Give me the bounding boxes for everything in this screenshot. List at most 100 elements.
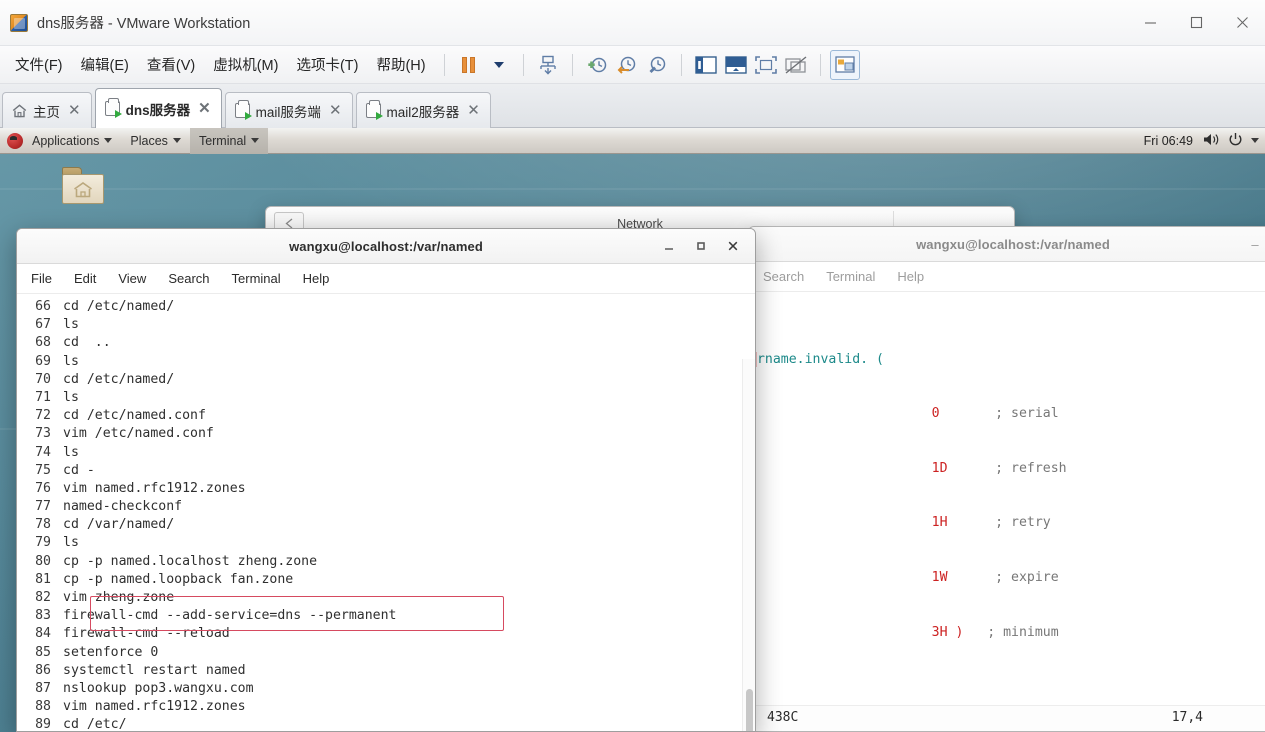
history-row: 69 ls — [17, 353, 755, 371]
history-row: 74 ls — [17, 444, 755, 462]
history-command: cd /etc/named.conf — [63, 408, 206, 424]
places-label: Places — [130, 133, 168, 148]
history-row: 73 vim /etc/named.conf — [17, 425, 755, 443]
menu-edit[interactable]: Edit — [74, 268, 118, 289]
window-menu-terminal[interactable]: Terminal — [189, 128, 269, 154]
history-command: ls — [63, 389, 79, 405]
guest-screen[interactable]: Applications Places Terminal Fri 06:49 N… — [0, 128, 1265, 732]
terminal-right-menubar: Search Terminal Help — [749, 262, 1265, 292]
maximize-button[interactable] — [685, 233, 717, 259]
history-command: cp -p named.localhost zheng.zone — [63, 553, 318, 569]
tab-close-button[interactable]: ✕ — [66, 103, 83, 118]
history-row: 75 cd - — [17, 462, 755, 480]
menu-search[interactable]: Search — [763, 266, 814, 287]
menu-file[interactable]: 文件(F) — [6, 50, 72, 79]
chevron-down-icon — [104, 138, 113, 143]
history-index: 66 — [35, 299, 51, 314]
window-title: dns服务器 - VMware Workstation — [37, 16, 251, 32]
panel-clock[interactable]: Fri 06:49 — [1136, 134, 1201, 148]
history-command: cd /etc/ — [63, 717, 127, 731]
terminal-left-body[interactable]: 66 cd /etc/named/ 67 ls 68 cd .. 69 ls 70 cd … — [17, 294, 755, 731]
menu-edit[interactable]: 编辑(E) — [72, 50, 138, 79]
power-dropdown[interactable] — [484, 50, 514, 80]
chevron-down-icon[interactable] — [1251, 138, 1259, 143]
tab-close-button[interactable]: ✕ — [327, 103, 344, 118]
menu-help[interactable]: 帮助(H) — [367, 50, 434, 79]
home-icon — [12, 103, 27, 118]
menu-view[interactable]: 查看(V) — [138, 50, 204, 79]
menu-search[interactable]: Search — [168, 268, 231, 289]
history-row: 81 cp -p named.loopback fan.zone — [17, 571, 755, 589]
menu-places[interactable]: Places — [121, 128, 190, 154]
history-row: 71 ls — [17, 389, 755, 407]
tab-dns-server[interactable]: dns服务器 ✕ — [94, 88, 222, 128]
show-sidebar-button[interactable] — [691, 50, 721, 80]
redhat-logo-icon — [7, 132, 23, 149]
toolbar-separator — [443, 53, 445, 76]
tab-label: mail服务端 — [255, 104, 321, 120]
menu-tabs[interactable]: 选项卡(T) — [287, 50, 367, 79]
minimize-button[interactable] — [653, 233, 685, 259]
history-row: 83 firewall-cmd --add-service=dns --perma… — [17, 607, 755, 625]
revert-snapshot-button[interactable] — [612, 50, 642, 80]
unity-mode-button[interactable] — [781, 50, 811, 80]
history-row: 67 ls — [17, 316, 755, 334]
vm-icon — [104, 98, 122, 118]
history-row: 70 cd /etc/named/ — [17, 371, 755, 389]
menu-help[interactable]: Help — [303, 268, 340, 289]
vim-content: ▌rname.invalid. ( 0 ; serial 1D ; refres… — [749, 292, 1265, 731]
home-folder-icon[interactable] — [58, 164, 108, 210]
vm-icon — [365, 100, 383, 120]
tab-close-button[interactable]: ✕ — [196, 101, 213, 116]
tab-mail2-server[interactable]: mail2服务器 ✕ — [355, 92, 491, 128]
power-icon[interactable] — [1222, 132, 1249, 150]
thumbnail-bar-icon — [724, 55, 747, 74]
history-command: cp -p named.loopback fan.zone — [63, 571, 294, 587]
menu-terminal[interactable]: Terminal — [814, 266, 885, 287]
soa-comment: ; retry — [995, 515, 1051, 531]
history-command: firewall-cmd --reload — [63, 626, 230, 642]
menu-help[interactable]: Help — [885, 266, 934, 287]
suspend-button[interactable] — [454, 50, 484, 80]
history-command: systemctl restart named — [63, 662, 246, 678]
vm-icon — [234, 100, 252, 120]
terminal-left-menubar: File Edit View Search Terminal Help — [17, 264, 755, 294]
menu-view[interactable]: View — [118, 268, 168, 289]
clock-revert-icon — [617, 56, 635, 74]
history-command: ls — [63, 353, 79, 369]
maximize-button[interactable] — [1173, 0, 1219, 46]
terminal-scrollbar[interactable] — [742, 359, 755, 731]
manage-snapshots-button[interactable] — [533, 50, 563, 80]
snapshot-manager-button[interactable] — [642, 50, 672, 80]
show-thumbnail-bar-button[interactable] — [721, 50, 751, 80]
terminal-window-right[interactable]: wangxu@localhost:/var/named – Search Ter… — [748, 226, 1265, 732]
tab-mail-server[interactable]: mail服务端 ✕ — [224, 92, 353, 128]
terminal-right-title: wangxu@localhost:/var/named — [916, 236, 1110, 252]
tab-home[interactable]: 主页 ✕ — [2, 92, 92, 128]
terminal-window-left[interactable]: wangxu@localhost:/var/named File Edit Vi… — [16, 228, 756, 732]
history-row: 66 cd /etc/named/ — [17, 298, 755, 316]
menu-applications[interactable]: Applications — [23, 128, 121, 154]
history-index: 70 — [35, 371, 51, 387]
menu-file[interactable]: File — [31, 268, 74, 289]
fullscreen-button[interactable] — [751, 50, 781, 80]
close-button[interactable] — [717, 233, 749, 259]
minimize-button[interactable] — [1127, 0, 1173, 46]
terminal-right-body[interactable]: ▌rname.invalid. ( 0 ; serial 1D ; refres… — [749, 292, 1265, 731]
panel-status-area: Fri 06:49 — [1136, 132, 1265, 150]
history-command: vim named.rfc1912.zones — [63, 480, 246, 496]
tab-label: 主页 — [33, 104, 60, 120]
take-snapshot-button[interactable] — [582, 50, 612, 80]
scrollbar-thumb[interactable] — [746, 689, 753, 731]
menu-terminal[interactable]: Terminal — [232, 268, 303, 289]
close-button[interactable] — [1219, 0, 1265, 46]
vim-file-size: 438C — [767, 710, 799, 726]
speaker-icon[interactable] — [1203, 132, 1220, 150]
history-index: 82 — [35, 590, 51, 605]
history-command: named-checkconf — [63, 499, 183, 515]
console-view-button[interactable] — [829, 49, 860, 80]
history-index: 69 — [35, 353, 51, 369]
menu-vm[interactable]: 虚拟机(M) — [204, 50, 287, 79]
tab-close-button[interactable]: ✕ — [465, 103, 482, 118]
minimize-button[interactable]: – — [1239, 231, 1265, 257]
